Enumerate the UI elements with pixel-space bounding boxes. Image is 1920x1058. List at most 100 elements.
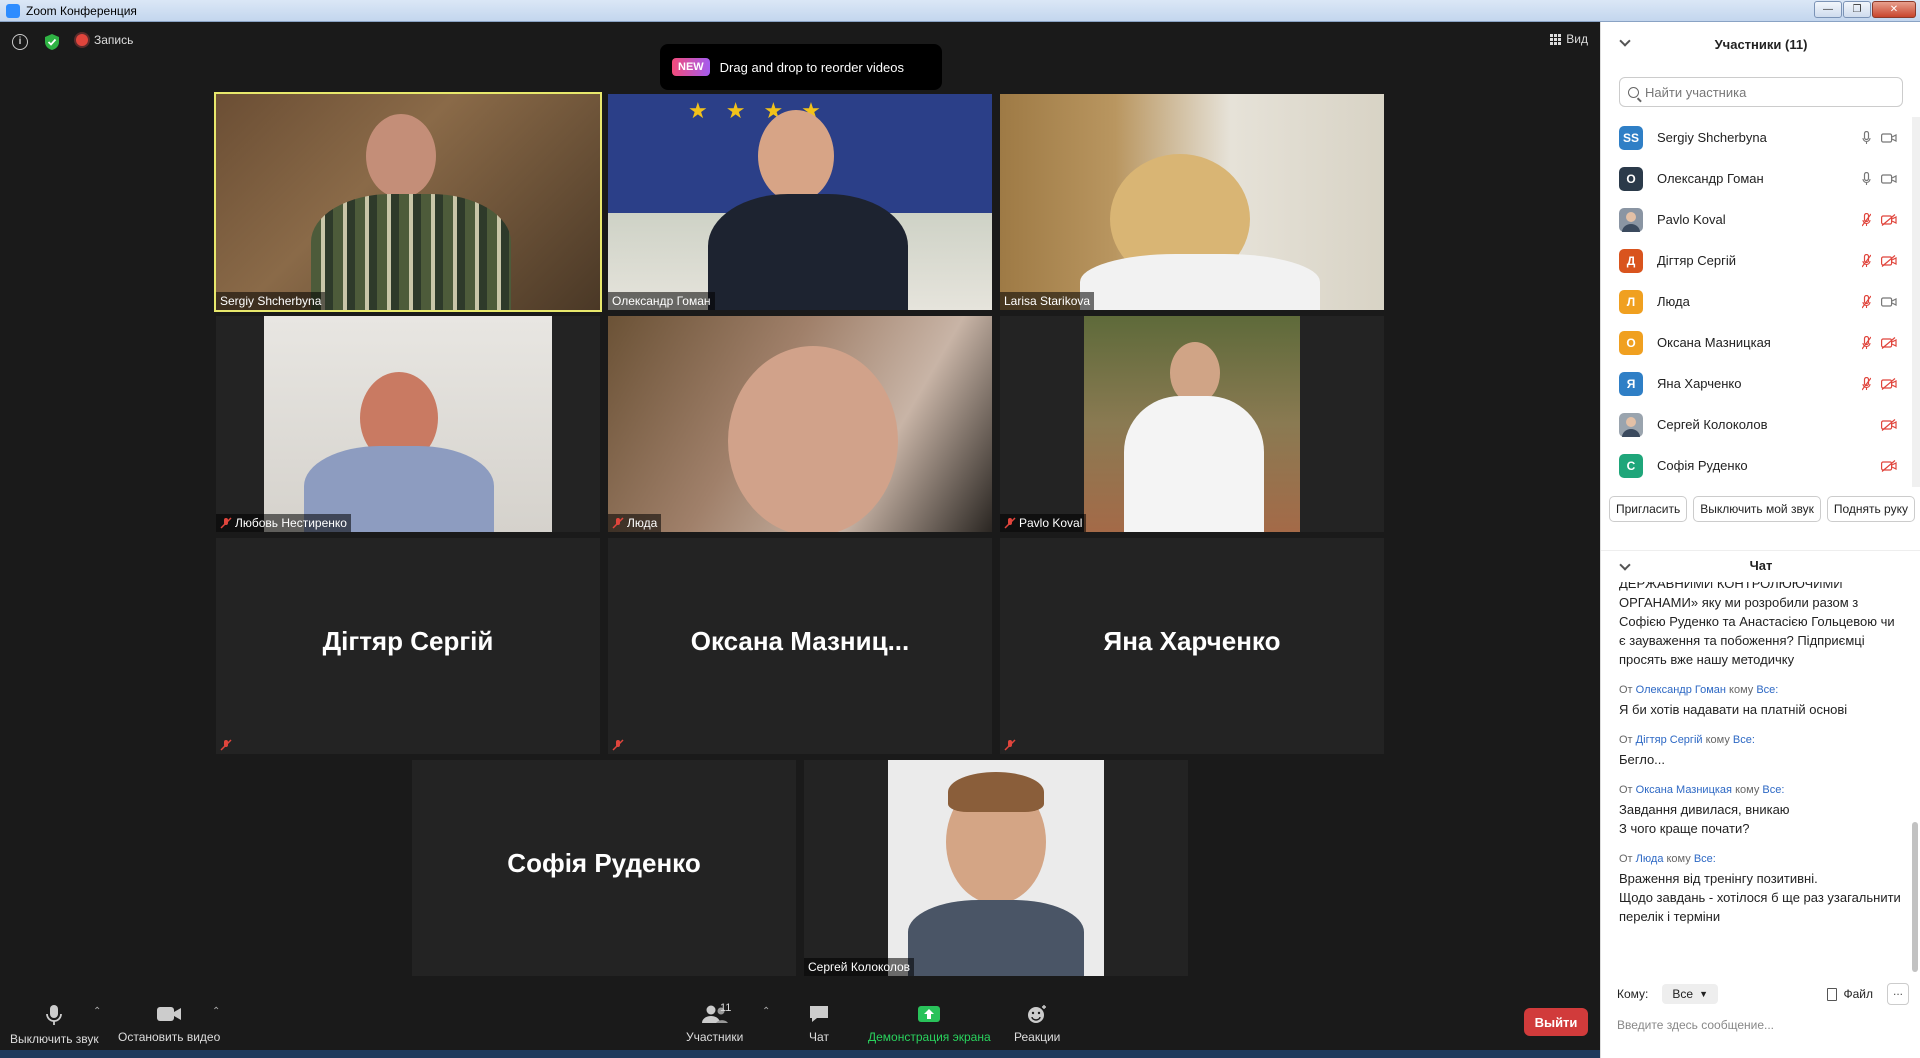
reactions-button[interactable]: Реакции (1014, 1004, 1060, 1044)
video-camera-icon (157, 1007, 182, 1021)
view-label: Вид (1566, 32, 1588, 46)
participant-row[interactable]: С Софія Руденко (1601, 445, 1911, 486)
participant-row[interactable]: Pavlo Koval (1601, 199, 1911, 240)
collapse-chevron-icon[interactable] (1619, 559, 1631, 571)
chat-message-text: Враження від тренінгу позитивні. Щодо за… (1619, 871, 1901, 924)
participants-options-caret[interactable]: ⌃ (762, 1006, 770, 1017)
mute-button[interactable]: Выключить звук (10, 1004, 99, 1046)
video-tile[interactable]: Дігтяр Сергій (216, 538, 600, 754)
participant-name: Sergiy Shcherbyna (1657, 130, 1767, 145)
participant-name-tag: Sergiy Shcherbyna (216, 292, 326, 310)
video-tile[interactable]: ★★★★ Олександр Гоман (608, 94, 992, 310)
participants-scrollbar[interactable] (1912, 117, 1920, 487)
muted-mic-icon (612, 739, 624, 751)
chat-message-text: Я би хотів надавати на платній основі (1619, 702, 1848, 717)
participant-row[interactable]: О Олександр Гоман (1601, 158, 1911, 199)
participant-name-tag: Люда (608, 514, 662, 532)
file-button[interactable]: Файл (1827, 987, 1873, 1001)
recipient-select[interactable]: Все ▼ (1662, 984, 1718, 1004)
muted-mic-icon (1862, 294, 1871, 308)
encryption-shield-icon[interactable] (44, 33, 60, 51)
participant-row[interactable]: Л Люда (1601, 281, 1911, 322)
participant-status-icons (1862, 418, 1897, 431)
chat-message-input[interactable] (1617, 1018, 1907, 1032)
participant-name: Дігтяр Сергій (1657, 253, 1737, 268)
audio-options-caret[interactable]: ⌃ (93, 1006, 101, 1017)
mute-me-button[interactable]: Выключить мой звук (1693, 496, 1821, 522)
share-screen-icon (918, 1006, 941, 1022)
avatar: Я (1619, 371, 1643, 396)
video-tile[interactable]: Софія Руденко (412, 760, 796, 976)
recording-indicator[interactable]: Запись (76, 33, 133, 47)
more-options-button[interactable]: ... (1887, 983, 1909, 1005)
file-icon (1827, 987, 1838, 1001)
participant-status-icons (1862, 171, 1897, 186)
participant-row[interactable]: Д Дігтяр Сергій (1601, 240, 1911, 281)
chat-sender[interactable]: Оксана Мазницкая (1636, 784, 1732, 796)
video-off-icon (1881, 377, 1897, 390)
participant-display-name: Оксана Мазниц... (690, 626, 910, 656)
participant-row[interactable]: Я Яна Харченко (1601, 363, 1911, 404)
meeting-toolbar: Выключить звук ⌃ Остановить видео ⌃ 11 У… (0, 996, 1600, 1058)
view-button[interactable]: Вид (1550, 32, 1588, 46)
collapse-chevron-icon[interactable] (1619, 35, 1631, 47)
participant-display-name: Яна Харченко (1103, 626, 1281, 656)
chat-recipient[interactable]: Все: (1733, 734, 1755, 746)
video-off-icon (1881, 213, 1897, 226)
participant-search-input[interactable] (1645, 84, 1895, 100)
participant-row[interactable]: Сергей Колоколов (1601, 404, 1911, 445)
chat-message-header: От Дігтяр Сергій кому Все: (1619, 734, 1755, 746)
info-icon[interactable]: i (12, 34, 28, 50)
video-tile[interactable]: Яна Харченко (1000, 538, 1384, 754)
chat-message-text: ДЕРЖАВНИМИ КОНТРОЛЮЮЧИМИ ОРГАНАМИ» яку м… (1619, 582, 1895, 667)
participant-name: Софія Руденко (1657, 458, 1748, 473)
participant-search[interactable] (1619, 77, 1903, 107)
participant-name-tag: Любовь Нестиренко (216, 514, 351, 532)
video-tile[interactable]: Оксана Мазниц... (608, 538, 992, 754)
participant-status-icons (1862, 253, 1897, 268)
video-off-icon (1881, 254, 1897, 267)
chat-button[interactable]: Чат (808, 1004, 830, 1044)
maximize-button[interactable]: ❐ (1843, 1, 1871, 18)
participant-status-icons (1862, 335, 1897, 350)
chat-recipient[interactable]: Все: (1694, 853, 1716, 865)
window-title: Zoom Конференция (26, 3, 137, 18)
participant-row[interactable]: SS Sergiy Shcherbyna (1601, 117, 1911, 158)
leave-meeting-button[interactable]: Выйти (1524, 1008, 1588, 1036)
participant-video: ★★★★ (608, 94, 992, 310)
video-off-icon (1881, 418, 1897, 431)
video-tile[interactable]: Larisa Starikova (1000, 94, 1384, 310)
video-tile[interactable]: Sergiy Shcherbyna (214, 92, 602, 312)
chat-sender[interactable]: Олександр Гоман (1636, 684, 1726, 696)
participants-button[interactable]: 11 Участники (686, 1002, 743, 1044)
muted-mic-icon (220, 739, 232, 751)
emoji-reaction-icon (1028, 1005, 1047, 1023)
chat-scrollbar[interactable] (1912, 822, 1918, 972)
new-badge: NEW (672, 58, 710, 76)
video-tile[interactable]: Сергей Колоколов (804, 760, 1188, 976)
toast-text: Drag and drop to reorder videos (719, 59, 904, 75)
microphone-icon (1862, 171, 1871, 185)
close-button[interactable]: ✕ (1872, 1, 1916, 18)
chat-recipient[interactable]: Все: (1762, 784, 1784, 796)
chat-recipient[interactable]: Все: (1756, 684, 1778, 696)
record-icon (76, 34, 88, 46)
invite-button[interactable]: Пригласить (1609, 496, 1688, 522)
participants-list: SS Sergiy Shcherbyna О Олександр Гоман Pavlo… (1601, 117, 1911, 486)
participant-photo (888, 760, 1104, 976)
participant-row[interactable]: О Оксана Мазницкая (1601, 322, 1911, 363)
chat-sender[interactable]: Люда (1636, 853, 1664, 865)
reorder-toast: NEW Drag and drop to reorder videos (660, 44, 942, 90)
minimize-button[interactable]: — (1814, 1, 1842, 18)
video-tile[interactable]: Pavlo Koval (1000, 316, 1384, 532)
chat-message: От Оксана Мазницкая кому Все: Завдання ди… (1619, 781, 1904, 838)
avatar: Д (1619, 248, 1643, 273)
chat-sender[interactable]: Дігтяр Сергій (1636, 734, 1703, 746)
stop-video-button[interactable]: Остановить видео (118, 1004, 220, 1044)
share-screen-button[interactable]: Демонстрация экрана (868, 1004, 991, 1044)
video-tile[interactable]: Любовь Нестиренко (216, 316, 600, 532)
raise-hand-button[interactable]: Поднять руку (1826, 496, 1915, 522)
participant-video (264, 316, 552, 532)
video-tile[interactable]: Люда (608, 316, 992, 532)
video-options-caret[interactable]: ⌃ (212, 1006, 220, 1017)
